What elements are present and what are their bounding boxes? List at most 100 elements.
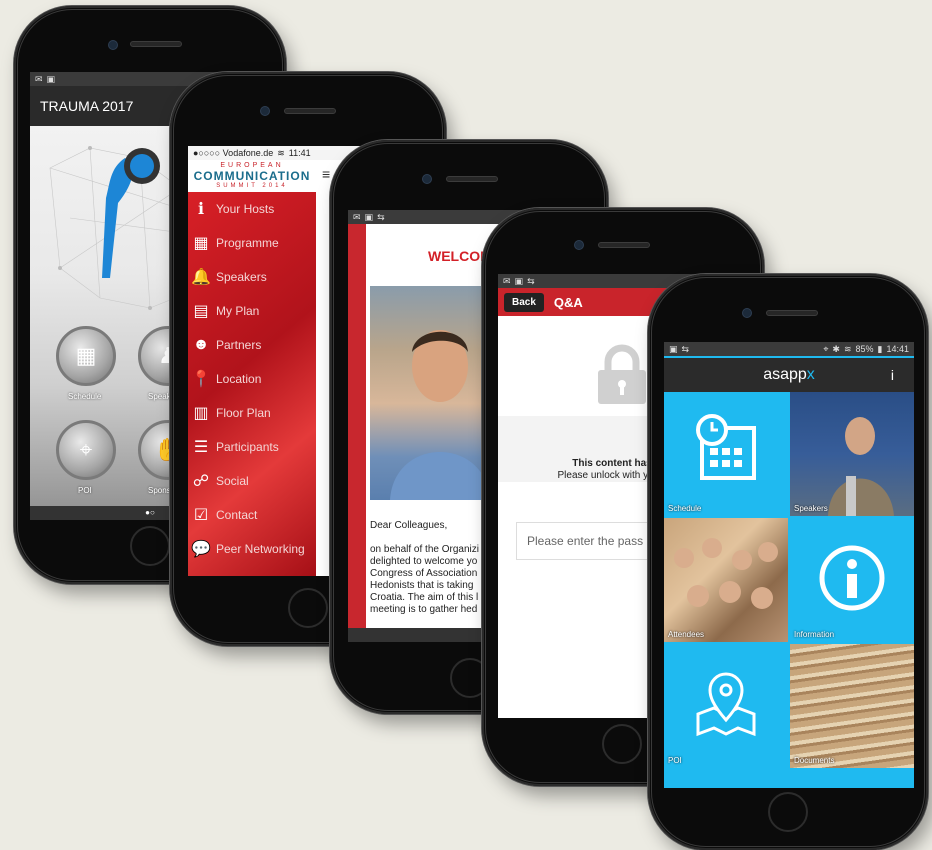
calendar-clock-icon (696, 414, 756, 480)
back-button[interactable]: Back (504, 292, 544, 312)
body-line: Hedonists that is taking (370, 580, 474, 591)
menu-item-floor-plan[interactable]: ▥ Floor Plan (190, 396, 316, 430)
time: 11:41 (288, 148, 311, 158)
sync-icon: ⇆ (681, 343, 690, 354)
poi-label: POI (78, 486, 92, 495)
menu-item-your-hosts[interactable]: ℹ Your Hosts (190, 192, 316, 226)
tile-label: POI (668, 756, 682, 765)
home-button[interactable] (288, 588, 328, 628)
list-icon: ☰ (193, 439, 209, 456)
image-icon: ▣ (364, 211, 374, 222)
camera-icon (108, 40, 118, 50)
time: 14:41 (886, 344, 909, 354)
body-line: Congress of Association (370, 568, 478, 579)
map-pin-icon (696, 672, 756, 737)
red-side-panel (348, 224, 366, 642)
app-header: asappx i (664, 358, 914, 392)
schedule-label: Schedule (68, 392, 102, 401)
wifi-icon: ≋ (843, 343, 852, 354)
tile-label: Documents (794, 756, 835, 765)
info-icon: ℹ (197, 201, 205, 218)
poi-button[interactable]: ⌖ (56, 420, 116, 480)
menu-label: Participants (216, 440, 279, 454)
home-button[interactable] (130, 526, 170, 566)
attendees-photo (674, 538, 778, 609)
menu-item-partners[interactable]: ☻ Partners (190, 328, 316, 362)
menu-label: Speakers (216, 270, 267, 284)
pin-icon: 📍 (191, 371, 211, 388)
social-icon: ☍ (192, 473, 210, 490)
camera-icon (260, 106, 270, 116)
mail-icon: ✉ (503, 275, 511, 286)
schedule-button[interactable]: ▦ (56, 326, 116, 386)
menu-label: Partners (216, 338, 262, 352)
home-button[interactable] (768, 792, 808, 832)
menu-item-contact[interactable]: ☑ Contact (190, 498, 316, 532)
phone-asappx: ▣⇆ ⌖ ✱ ≋ 85% ▮ 14:41 asappx i Schedule (648, 274, 928, 850)
tile-label: Attendees (668, 630, 705, 639)
logo-line3: SUMMIT 2014 (216, 183, 288, 189)
camera-icon (742, 308, 752, 318)
camera-icon (574, 240, 584, 250)
tile-speakers[interactable]: Speakers (790, 392, 914, 516)
carrier: ●○○○○ Vodafone.de (193, 148, 274, 158)
status-bar: ▣ ⇆ ⌖ ✱ ≋ 85% ▮ 14:41 (664, 342, 914, 356)
side-menu: ℹ Your Hosts ▦ Programme 🔔 Speakers ▤ My Pla… (188, 192, 316, 576)
calendar-icon: ▦ (193, 235, 209, 252)
lock-icon (598, 344, 646, 404)
map-icon: ⌖ (79, 437, 93, 462)
tile-label: Schedule (668, 504, 702, 513)
speaker-grille (284, 108, 336, 114)
summit-logo: EUROPEAN COMMUNICATION SUMMIT 2014 (188, 162, 316, 190)
speaker-grille (130, 41, 182, 47)
image-icon: ▣ (514, 275, 524, 286)
home-button[interactable] (602, 724, 642, 764)
brand-suffix: x (806, 366, 815, 383)
menu-label: Your Hosts (216, 202, 275, 216)
menu-item-peer-networking[interactable]: 💬 Peer Networking (190, 532, 316, 566)
body-line: on behalf of the Organizi (370, 544, 479, 555)
menu-item-my-plan[interactable]: ▤ My Plan (190, 294, 316, 328)
menu-label: Location (216, 372, 262, 386)
speaker-grille (766, 310, 818, 316)
calendar-icon: ▦ (75, 343, 97, 368)
image-icon: ▣ (669, 343, 678, 354)
salutation: Dear Colleagues, (370, 520, 448, 531)
battery-icon: ▮ (877, 343, 883, 354)
menu-item-programme[interactable]: ▦ Programme (190, 226, 316, 260)
body-line: delighted to welcome yo (370, 556, 478, 567)
mail-icon: ✉ (353, 211, 361, 222)
partners-icon: ☻ (192, 336, 210, 353)
menu-item-location[interactable]: 📍 Location (190, 362, 316, 396)
info-icon[interactable]: i (891, 358, 894, 392)
host-photo (370, 286, 490, 500)
hamburger-icon[interactable]: ≡ (322, 166, 330, 182)
menu-item-participants[interactable]: ☰ Participants (190, 430, 316, 464)
speaker-photo (828, 417, 894, 516)
bell-icon: 🔔 (191, 269, 211, 286)
sync-icon: ⇆ (527, 275, 535, 286)
information-icon (819, 545, 885, 611)
menu-label: Contact (216, 508, 258, 522)
bluetooth-icon: ✱ (832, 343, 840, 354)
calendar-grid-icon: ▤ (193, 303, 209, 320)
tile-label: Speakers (794, 504, 828, 513)
wifi-icon: ≋ (277, 147, 285, 158)
menu-label: Peer Networking (216, 542, 305, 556)
logo-line1: EUROPEAN (220, 162, 284, 169)
menu-item-social[interactable]: ☍ Social (190, 464, 316, 498)
tile-documents[interactable]: Documents (790, 644, 914, 768)
asappx-screen: ▣⇆ ⌖ ✱ ≋ 85% ▮ 14:41 asappx i Schedule (664, 342, 914, 788)
menu-item-speakers[interactable]: 🔔 Speakers (190, 260, 316, 294)
tile-poi[interactable]: POI (664, 644, 788, 768)
body-line: Croatia. The aim of this l (370, 592, 479, 603)
menu-label: My Plan (216, 304, 260, 318)
tile-attendees[interactable]: Attendees (664, 518, 788, 642)
sync-icon: ⇆ (377, 211, 385, 222)
logo-line2: COMMUNICATION (193, 169, 311, 183)
tile-information[interactable]: Information (790, 518, 914, 642)
battery-level: 85% (855, 344, 874, 354)
tile-schedule[interactable]: Schedule (664, 392, 788, 516)
map-icon: ▥ (193, 405, 209, 422)
brand-name: asapp (763, 366, 807, 383)
